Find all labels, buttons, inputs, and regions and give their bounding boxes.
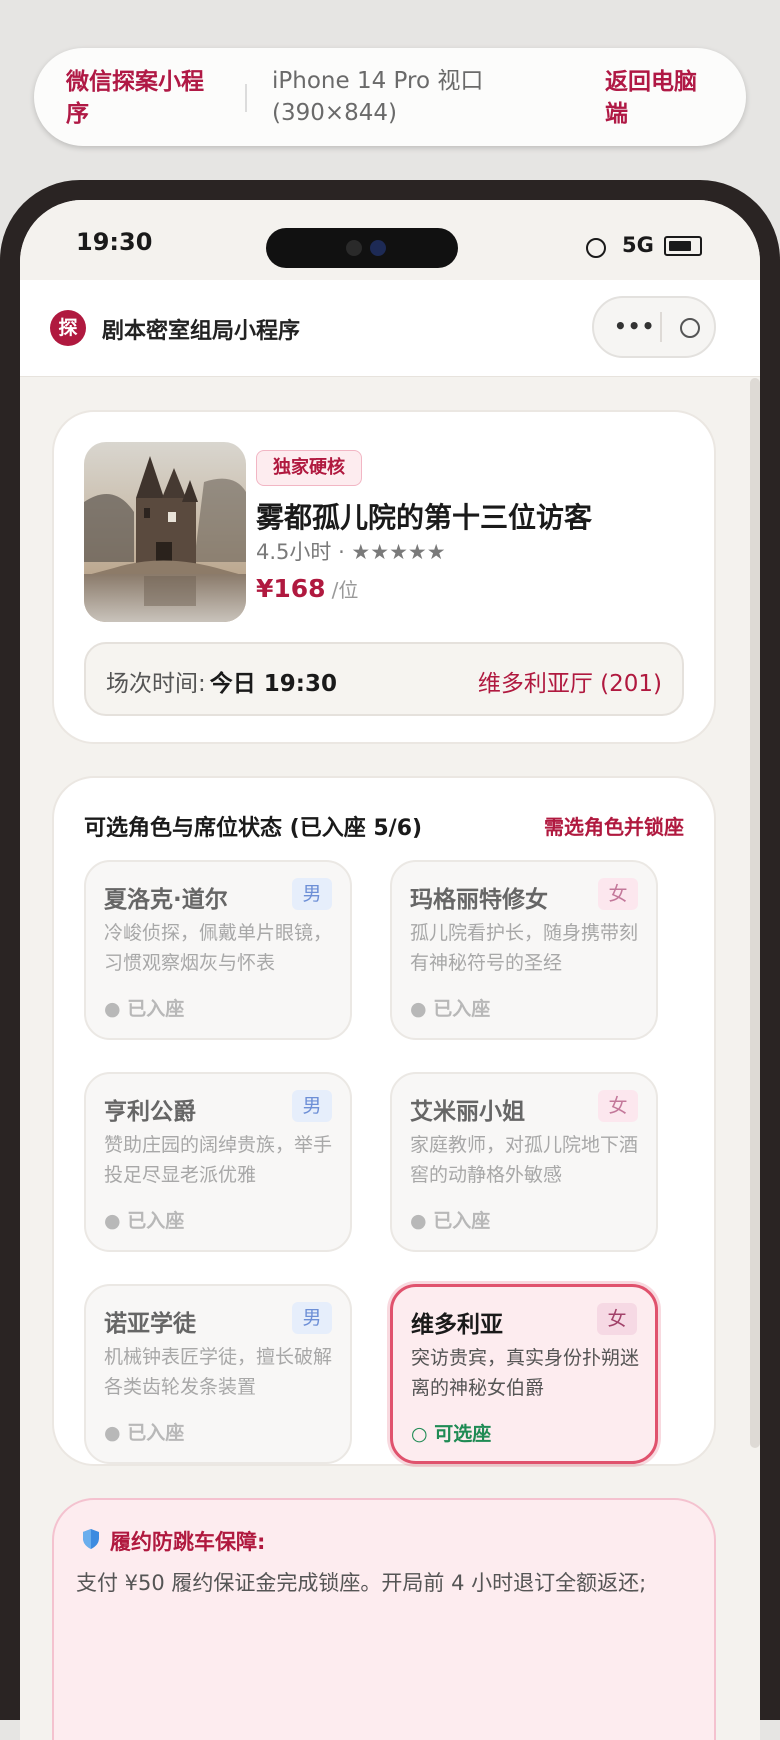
role-card-emily[interactable]: 艾米丽小姐 女 家庭教师，对孤儿院地下酒窖的动静格外敏感 ● 已入座 [390, 1072, 658, 1252]
seat-status: ● 已入座 [410, 998, 491, 1020]
price: ¥168/位 [256, 574, 358, 603]
phone-frame: 19:30 5G 探 剧本密室组局小程序 ••• 独家硬核 雾都孤儿院的第十三位… [0, 180, 780, 1740]
seat-status: ○ 可选座 [411, 1423, 492, 1445]
seat-status: ● 已入座 [104, 1422, 185, 1444]
roles-card: 可选角色与席位状态 (已入座 5/6) 需选角色并锁座 夏洛克·道尔 男 冷峻侦… [52, 776, 716, 1466]
script-title: 雾都孤儿院的第十三位访客 [256, 501, 593, 534]
signal-icon [586, 238, 606, 258]
exclusive-badge: 独家硬核 [256, 450, 362, 486]
role-card-henry[interactable]: 亨利公爵 男 赞助庄园的阔绰贵族，举手投足尽显老派优雅 ● 已入座 [84, 1072, 352, 1252]
viewport-label: iPhone 14 Pro 视口 (390×844) [272, 68, 484, 126]
role-name: 维多利亚 [411, 1312, 503, 1338]
app-title: 微信探案小程序 [66, 69, 204, 127]
gender-tag: 男 [292, 1090, 332, 1122]
phone-screen: 19:30 5G 探 剧本密室组局小程序 ••• 独家硬核 雾都孤儿院的第十三位… [20, 200, 760, 1740]
role-name: 夏洛克·道尔 [104, 887, 228, 913]
price-unit: /位 [331, 578, 359, 602]
role-desc: 机械钟表匠学徒，擅长破解各类齿轮发条装置 [104, 1346, 333, 1398]
mini-program-navbar: 探 剧本密室组局小程序 ••• [20, 280, 760, 377]
session-info: 场次时间: 今日 19:30 维多利亚厅 (201) [84, 642, 684, 716]
role-desc: 家庭教师，对孤儿院地下酒窖的动静格外敏感 [410, 1134, 639, 1186]
role-card-noah[interactable]: 诺亚学徒 男 机械钟表匠学徒，擅长破解各类齿轮发条装置 ● 已入座 [84, 1284, 352, 1464]
divider [245, 84, 247, 112]
role-card-victoria[interactable]: 维多利亚 女 突访贵宾，真实身份扑朔迷离的神秘女伯爵 ○ 可选座 [390, 1284, 658, 1464]
scrollbar[interactable] [750, 378, 760, 1448]
guarantee-text: 支付 ¥50 履约保证金完成锁座。开局前 4 小时退订全额返还; [76, 1571, 647, 1595]
session-time-row: 场次时间: 今日 19:30 [106, 664, 337, 698]
roles-section-title: 可选角色与席位状态 (已入座 5/6) [84, 816, 423, 841]
shield-icon [83, 1529, 99, 1549]
desktop-preview-bar: 微信探案小程序 iPhone 14 Pro 视口 (390×844) 返回电脑端 [34, 48, 746, 146]
page-title: 剧本密室组局小程序 [102, 319, 301, 344]
roles-hint: 需选角色并锁座 [544, 815, 684, 839]
script-cover-image [84, 442, 246, 622]
role-desc: 突访贵宾，真实身份扑朔迷离的神秘女伯爵 [411, 1347, 640, 1399]
seat-status: ● 已入座 [410, 1210, 491, 1232]
role-card-sherlock[interactable]: 夏洛克·道尔 男 冷峻侦探，佩戴单片眼镜，习惯观察烟灰与怀表 ● 已入座 [84, 860, 352, 1040]
more-dots-icon[interactable]: ••• [614, 314, 655, 338]
session-time: 今日 19:30 [209, 671, 337, 697]
role-desc: 孤儿院看护长，随身携带刻有神秘符号的圣经 [410, 922, 639, 974]
role-name: 玛格丽特修女 [410, 887, 548, 913]
gender-tag: 女 [598, 1090, 638, 1122]
guarantee-card: 履约防跳车保障: 支付 ¥50 履约保证金完成锁座。开局前 4 小时退订全额返还… [52, 1498, 716, 1740]
back-to-desktop-link[interactable]: 返回电脑端 [605, 66, 715, 130]
camera-icon [370, 240, 386, 256]
session-label: 场次时间: [106, 671, 206, 697]
role-desc: 赞助庄园的阔绰贵族，举手投足尽显老派优雅 [104, 1134, 333, 1186]
status-time: 19:30 [76, 228, 153, 256]
role-name: 亨利公爵 [104, 1099, 196, 1125]
script-info-card: 独家硬核 雾都孤儿院的第十三位访客 4.5小时 · ★★★★★ ¥168/位 场… [52, 410, 716, 744]
gender-tag: 男 [292, 878, 332, 910]
sensor-icon [346, 240, 362, 256]
battery-icon [664, 236, 702, 256]
room-name: 维多利亚厅 (201) [477, 671, 662, 697]
role-card-margaret[interactable]: 玛格丽特修女 女 孤儿院看护长，随身携带刻有神秘符号的圣经 ● 已入座 [390, 860, 658, 1040]
price-value: ¥168 [256, 574, 326, 603]
script-meta: 4.5小时 · ★★★★★ [256, 540, 446, 564]
role-name: 诺亚学徒 [104, 1311, 196, 1337]
capsule-divider [660, 312, 662, 342]
capsule-menu: ••• [592, 296, 716, 358]
role-name: 艾米丽小姐 [410, 1099, 525, 1125]
circle-close-icon[interactable] [680, 318, 700, 338]
logo-badge: 探 [50, 310, 86, 346]
status-bar: 19:30 5G [20, 200, 760, 280]
guarantee-title: 履约防跳车保障: [110, 1530, 266, 1554]
gender-tag: 女 [598, 878, 638, 910]
seat-status: ● 已入座 [104, 1210, 185, 1232]
gender-tag: 女 [597, 1303, 637, 1335]
seat-status: ● 已入座 [104, 998, 185, 1020]
dynamic-island [266, 228, 458, 268]
network-label: 5G [622, 233, 654, 257]
role-desc: 冷峻侦探，佩戴单片眼镜，习惯观察烟灰与怀表 [104, 922, 333, 974]
gender-tag: 男 [292, 1302, 332, 1334]
